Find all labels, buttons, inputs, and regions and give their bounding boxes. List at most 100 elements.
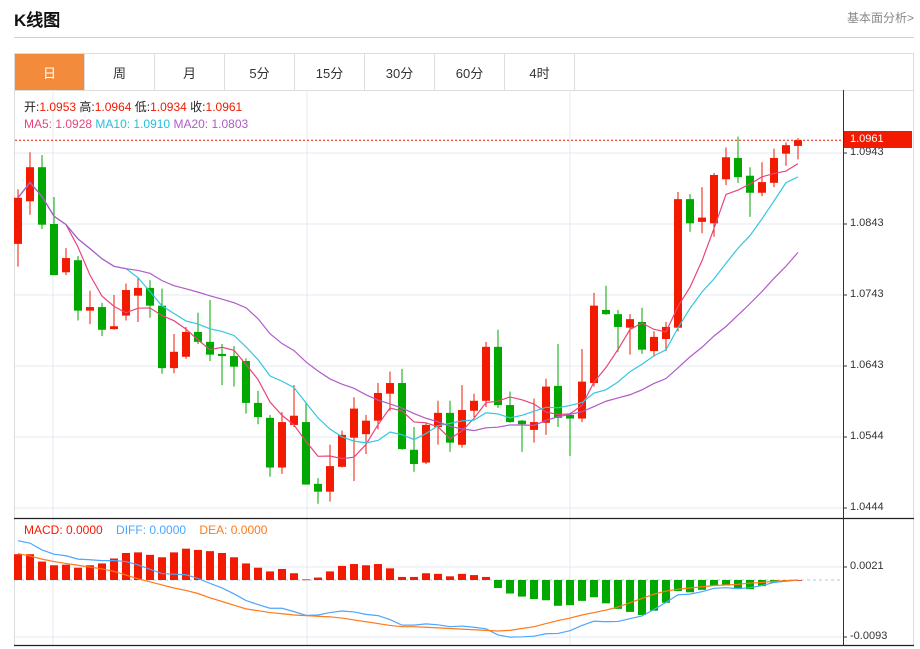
candle-body (710, 175, 718, 224)
macd-bar (290, 573, 298, 580)
macd-bar (686, 580, 694, 593)
macd-bar (446, 576, 454, 580)
low-label: 低: (134, 100, 151, 114)
close-value: 1.0961 (205, 100, 243, 114)
macd-bar (566, 580, 574, 606)
macd-bar (194, 549, 202, 580)
candle-body (758, 182, 766, 193)
y-tick: 1.0444 (850, 501, 884, 513)
macd-bar (362, 565, 370, 580)
macd-bar (38, 561, 46, 580)
macd-bar (74, 567, 82, 580)
macd-y-tick: -0.0093 (850, 630, 888, 642)
candle-body (782, 145, 790, 154)
candle-body (398, 383, 406, 450)
macd-bar (62, 564, 70, 580)
macd-value: MACD: 0.0000 (24, 523, 103, 537)
macd-bar (494, 580, 502, 588)
macd-bar (506, 580, 514, 594)
candle-body (278, 422, 286, 468)
candle-body (170, 351, 178, 369)
ohlc-info: 开:1.0953 高:1.0964 低:1.0934 收:1.0961 (24, 98, 242, 115)
candle-body (422, 424, 430, 463)
candle-body (74, 260, 82, 311)
macd-bar (386, 568, 394, 580)
candle-body (326, 466, 334, 492)
macd-bar (266, 571, 274, 580)
candle-body (146, 287, 154, 306)
macd-info: MACD: 0.0000 DIFF: 0.0000 DEA: 0.0000 (24, 523, 267, 537)
macd-bar (530, 580, 538, 600)
macd-bar (26, 554, 34, 580)
macd-bar (50, 565, 58, 580)
candle-body (86, 307, 94, 311)
macd-bar (254, 567, 262, 580)
candle-body (722, 157, 730, 180)
candle-body (26, 167, 34, 202)
candle-body (794, 140, 802, 146)
ma5-value: MA5: 1.0928 (24, 117, 93, 131)
low-value: 1.0934 (150, 100, 187, 114)
macd-bar (470, 575, 478, 580)
macd-bar (422, 573, 430, 580)
candle-body (374, 392, 382, 421)
diff-value: DIFF: 0.0000 (116, 523, 187, 537)
candle-body (314, 483, 322, 492)
macd-bar (14, 554, 22, 580)
macd-bar (302, 579, 310, 581)
close-label: 收: (190, 100, 206, 114)
macd-bar (218, 552, 226, 580)
macd-y-tick: 0.0021 (850, 560, 884, 572)
candle-body (482, 346, 490, 401)
candle-body (134, 287, 142, 296)
macd-bar (626, 580, 634, 612)
macd-bar (338, 565, 346, 580)
candle-body (206, 341, 214, 355)
candle-body (98, 307, 106, 330)
candle-body (542, 386, 550, 423)
macd-bar (230, 557, 238, 580)
candle-body (638, 321, 646, 350)
macd-bar (542, 580, 550, 601)
candle-body (650, 336, 658, 352)
candle-body (494, 346, 502, 406)
macd-bar (602, 580, 610, 604)
candle-body (686, 199, 694, 224)
candle-body (470, 400, 478, 411)
macd-bar (698, 580, 706, 590)
candle-body (554, 385, 562, 418)
candle-body (734, 157, 742, 178)
macd-bar (398, 576, 406, 580)
candle-body (254, 402, 262, 418)
open-label: 开: (24, 100, 40, 114)
macd-bar (158, 557, 166, 580)
macd-bar (110, 558, 118, 580)
y-tick: 1.0643 (850, 359, 884, 371)
macd-bar (410, 576, 418, 580)
last-price-tag: 1.0961 (844, 131, 912, 148)
candle-body (266, 417, 274, 468)
candle-body (674, 199, 682, 328)
macd-bar (710, 580, 718, 586)
dea-value: DEA: 0.0000 (199, 523, 268, 537)
macd-bar (170, 552, 178, 580)
macd-bar (146, 554, 154, 580)
candle-body (590, 305, 598, 384)
macd-bar (590, 580, 598, 598)
macd-bar (206, 551, 214, 580)
candle-body (518, 420, 526, 425)
macd-bar (374, 564, 382, 580)
candle-body (362, 420, 370, 435)
macd-bar (554, 580, 562, 606)
macd-bar (98, 563, 106, 580)
macd-bar (458, 573, 466, 580)
ma20-value: MA20: 1.0803 (173, 117, 249, 131)
macd-bar (434, 573, 442, 580)
y-tick: 1.0743 (850, 288, 884, 300)
candle-body (218, 353, 226, 357)
candle-body (14, 197, 22, 244)
candle-body (770, 157, 778, 183)
candle-body (602, 309, 610, 315)
candle-body (662, 326, 670, 340)
candle-body (182, 331, 190, 357)
